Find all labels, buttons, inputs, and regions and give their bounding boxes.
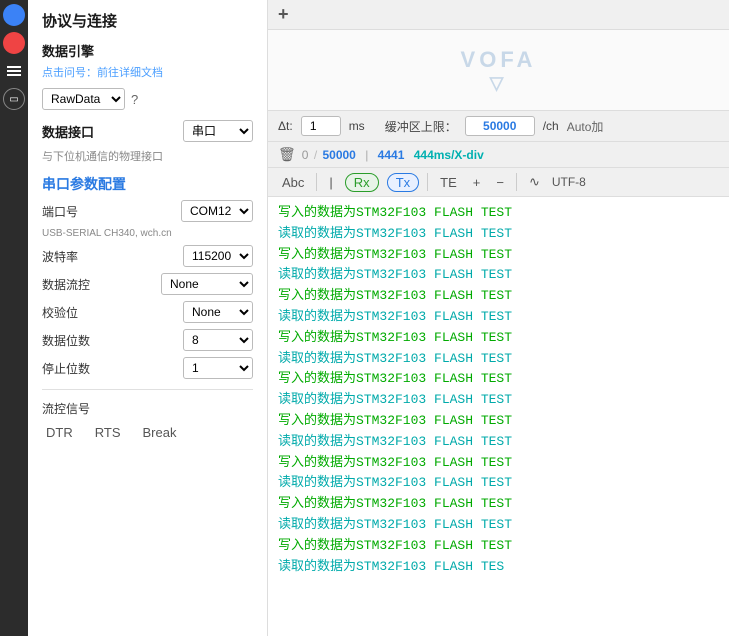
data-toolbar: 🗑 0 / 50000 | 4441 444ms/X-div	[268, 142, 729, 168]
count-current: 0	[302, 148, 309, 162]
data-interface-label: 数据接口	[42, 122, 94, 141]
count-rate: 444ms/X-div	[414, 148, 484, 162]
blue-dot-icon[interactable]	[3, 4, 25, 26]
usb-desc: USB-SERIAL CH340, wch.cn	[42, 228, 253, 239]
baud-row: 波特率 115200 9600 57600	[42, 245, 253, 267]
rx-button[interactable]: Rx	[345, 173, 379, 192]
data-engine-select[interactable]: RawData FireWater	[42, 88, 125, 110]
data-line: 写入的数据为STM32F103 FLASH TEST	[278, 328, 719, 349]
rts-button[interactable]: RTS	[91, 423, 125, 442]
encoding-label: UTF-8	[552, 175, 586, 189]
red-record-icon[interactable]	[3, 32, 25, 54]
delta-t-label: Δt:	[278, 119, 293, 133]
data-interface-value: 串口 网络	[183, 120, 253, 142]
data-line: 写入的数据为STM32F103 FLASH TEST	[278, 245, 719, 266]
dtr-button[interactable]: DTR	[42, 423, 77, 442]
help-icon[interactable]: ?	[131, 92, 138, 107]
data-engine-row: RawData FireWater ?	[42, 88, 253, 110]
pipe-button[interactable]: |	[325, 173, 336, 192]
tx-button[interactable]: Tx	[387, 173, 419, 192]
parity-row: 校验位 None Even Odd	[42, 301, 253, 323]
plus-button[interactable]: +	[469, 173, 485, 192]
count-total: 50000	[322, 148, 355, 162]
vofa-logo: VOFA	[461, 47, 537, 94]
main-content: + VOFA Δt: ms 缓冲区上限： /ch Auto加 🗑 0 / 500…	[268, 0, 729, 636]
tab-icon[interactable]: ▭	[3, 88, 25, 110]
port-label: 端口号	[42, 203, 78, 220]
wave-button[interactable]: ∿	[525, 172, 544, 192]
flow-control-select[interactable]: None XON/XOFF	[161, 273, 253, 295]
data-line: 写入的数据为STM32F103 FLASH TEST	[278, 411, 719, 432]
data-line: 读取的数据为STM32F103 FLASH TEST	[278, 473, 719, 494]
controls-bar: Δt: ms 缓冲区上限： /ch Auto加	[268, 110, 729, 142]
data-line: 读取的数据为STM32F103 FLASH TEST	[278, 265, 719, 286]
trash-icon[interactable]: 🗑	[278, 146, 296, 163]
data-line: 读取的数据为STM32F103 FLASH TEST	[278, 390, 719, 411]
stop-bits-label: 停止位数	[42, 360, 90, 377]
data-line: 写入的数据为STM32F103 FLASH TEST	[278, 203, 719, 224]
toolbar-divider-2	[427, 173, 428, 191]
flow-signal-label: 流控信号	[42, 400, 253, 417]
flow-control-label: 数据流控	[42, 276, 90, 293]
data-line: 写入的数据为STM32F103 FLASH TEST	[278, 369, 719, 390]
icon-sidebar: ▭	[0, 0, 28, 636]
toolbar-divider-3	[516, 173, 517, 191]
minus-button[interactable]: −	[492, 173, 508, 192]
data-line: 写入的数据为STM32F103 FLASH TEST	[278, 536, 719, 557]
toolbar-divider-1	[316, 173, 317, 191]
menu-icon[interactable]	[3, 60, 25, 82]
top-bar: +	[268, 0, 729, 30]
panel-title: 协议与连接	[42, 10, 253, 31]
vofa-area: VOFA	[268, 30, 729, 110]
auto-label: Auto加	[567, 118, 604, 135]
data-line: 写入的数据为STM32F103 FLASH TEST	[278, 286, 719, 307]
slash-separator: /	[314, 148, 321, 162]
data-line: 读取的数据为STM32F103 FLASH TEST	[278, 224, 719, 245]
baud-select[interactable]: 115200 9600 57600	[183, 245, 253, 267]
settings-panel: 协议与连接 数据引擎 点击问号：前往详细文档 RawData FireWater…	[28, 0, 268, 636]
align-button[interactable]: TE	[436, 173, 461, 192]
data-bits-label: 数据位数	[42, 332, 90, 349]
parity-label: 校验位	[42, 304, 78, 321]
flow-signal-row: DTR RTS Break	[42, 423, 253, 442]
data-line: 读取的数据为STM32F103 FLASH TEST	[278, 432, 719, 453]
stop-bits-row: 停止位数 1 2	[42, 357, 253, 379]
ms-unit: ms	[349, 119, 365, 133]
pipe-separator: |	[365, 148, 368, 162]
data-line: 读取的数据为STM32F103 FLASH TEST	[278, 307, 719, 328]
doc-link[interactable]: 点击问号：前往详细文档	[42, 64, 253, 80]
interface-desc: 与下位机通信的物理接口	[42, 148, 253, 164]
flow-control-row: 数据流控 None XON/XOFF	[42, 273, 253, 295]
abc-button[interactable]: Abc	[278, 173, 308, 192]
data-line: 写入的数据为STM32F103 FLASH TEST	[278, 453, 719, 474]
serial-config-title: 串口参数配置	[42, 174, 253, 194]
data-engine-label: 数据引擎	[42, 41, 253, 60]
interface-select[interactable]: 串口 网络	[183, 120, 253, 142]
count-actual: 4441	[378, 148, 405, 162]
data-bits-row: 数据位数 8 7	[42, 329, 253, 351]
data-line: 读取的数据为STM32F103 FLASH TES	[278, 557, 719, 578]
data-interface-row: 数据接口 串口 网络	[42, 120, 253, 142]
port-select[interactable]: COM12 COM1	[181, 200, 253, 222]
buffer-input[interactable]	[465, 116, 535, 136]
delta-t-input[interactable]	[301, 116, 341, 136]
per-ch-label: /ch	[543, 119, 559, 133]
data-bits-select[interactable]: 8 7	[183, 329, 253, 351]
data-line: 读取的数据为STM32F103 FLASH TEST	[278, 515, 719, 536]
port-row: 端口号 COM12 COM1	[42, 200, 253, 222]
count-info: 0 / 50000 | 4441 444ms/X-div	[302, 148, 484, 162]
divider	[42, 389, 253, 390]
stop-bits-select[interactable]: 1 2	[183, 357, 253, 379]
text-toolbar: Abc | Rx Tx TE + − ∿ UTF-8	[268, 168, 729, 197]
baud-label: 波特率	[42, 248, 78, 265]
parity-select[interactable]: None Even Odd	[183, 301, 253, 323]
add-button[interactable]: +	[278, 4, 289, 25]
data-line: 写入的数据为STM32F103 FLASH TEST	[278, 494, 719, 515]
buffer-label: 缓冲区上限：	[385, 118, 457, 135]
data-line: 读取的数据为STM32F103 FLASH TEST	[278, 349, 719, 370]
break-button[interactable]: Break	[138, 423, 180, 442]
data-output[interactable]: 写入的数据为STM32F103 FLASH TEST读取的数据为STM32F10…	[268, 197, 729, 636]
